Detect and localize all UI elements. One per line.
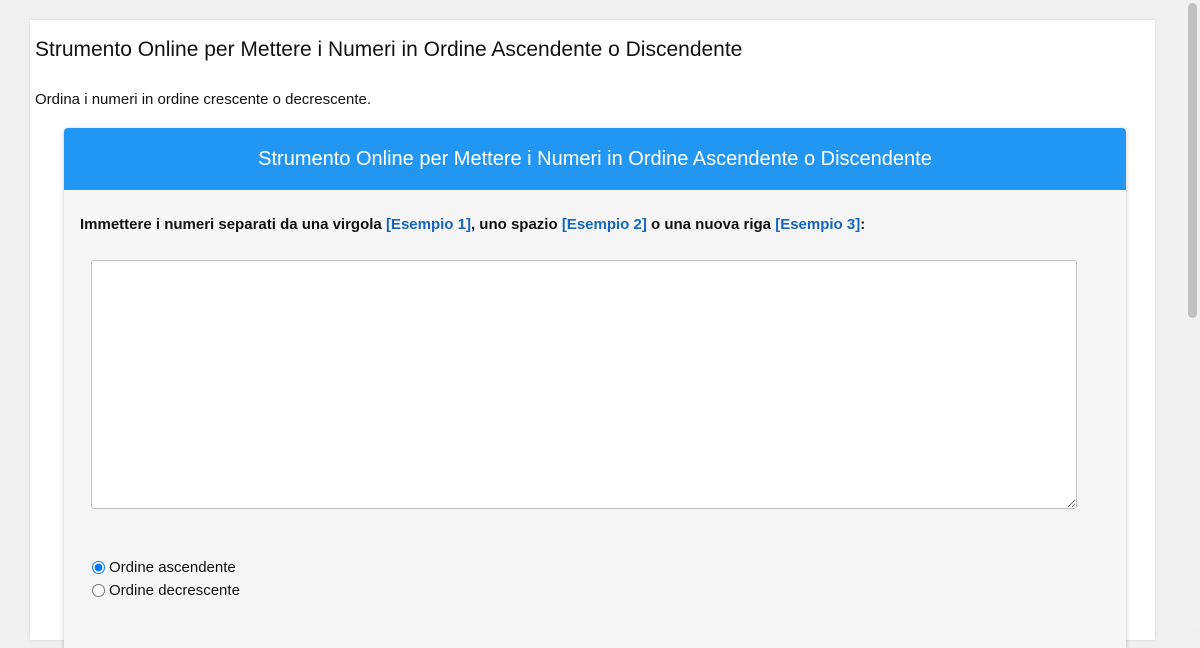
example-3-link[interactable]: [Esempio 3] (775, 216, 860, 233)
page-container: Strumento Online per Mettere i Numeri in… (30, 20, 1155, 648)
example-2-link[interactable]: [Esempio 2] (562, 216, 647, 233)
ascending-radio[interactable] (92, 561, 105, 574)
descending-label: Ordine decrescente (109, 582, 240, 599)
ascending-label: Ordine ascendente (109, 559, 236, 576)
instructions-text-4: : (860, 216, 866, 233)
descending-option[interactable]: Ordine decrescente (90, 579, 240, 602)
descending-radio[interactable] (92, 584, 105, 597)
tool-header: Strumento Online per Mettere i Numeri in… (64, 128, 1126, 190)
input-instructions: Immettere i numeri separati da una virgo… (80, 216, 865, 233)
sort-order-options: Ordine ascendente Ordine decrescente (90, 556, 240, 602)
page-subtitle: Ordina i numeri in ordine crescente o de… (35, 91, 372, 108)
instructions-text-3: o una nuova riga (646, 216, 776, 233)
ascending-option[interactable]: Ordine ascendente (90, 556, 240, 579)
numbers-textarea[interactable] (91, 260, 1077, 509)
sort-tool-card: Strumento Online per Mettere i Numeri in… (64, 128, 1126, 648)
example-1-link[interactable]: [Esempio 1] (386, 216, 471, 233)
instructions-text-1: Immettere i numeri separati da una virgo… (80, 216, 386, 233)
page-title: Strumento Online per Mettere i Numeri in… (35, 38, 743, 61)
instructions-text-2: , uno spazio (470, 216, 562, 233)
vertical-scrollbar[interactable] (1185, 0, 1200, 630)
tool-header-title: Strumento Online per Mettere i Numeri in… (258, 147, 932, 170)
scrollbar-thumb[interactable] (1188, 3, 1197, 318)
